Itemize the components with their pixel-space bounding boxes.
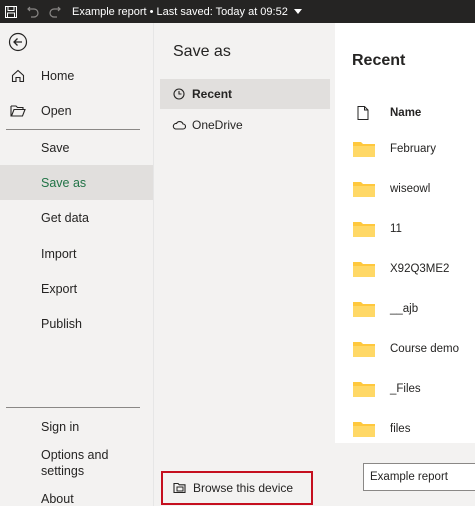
list-item[interactable]: files — [335, 413, 475, 445]
file-name-input[interactable] — [363, 463, 475, 491]
nav-get-data-label: Get data — [41, 210, 89, 225]
list-item[interactable]: 11 — [335, 213, 475, 245]
cloud-icon — [172, 118, 186, 132]
backstage-nav: Home Open Save Save as Get data Import E… — [0, 23, 153, 506]
save-as-title: Save as — [173, 43, 231, 60]
folder-icon — [352, 339, 376, 359]
folder-name: Course demo — [390, 343, 460, 355]
location-recent[interactable]: Recent — [160, 79, 330, 109]
open-folder-icon — [10, 103, 26, 119]
folder-icon — [352, 379, 376, 399]
nav-export[interactable]: Export — [0, 271, 153, 306]
browse-folder-icon — [173, 481, 187, 495]
nav-divider — [6, 407, 140, 408]
list-item[interactable]: wiseowl — [335, 173, 475, 205]
dropdown-caret-icon[interactable] — [293, 9, 302, 14]
folder-name: 11 — [390, 223, 402, 235]
folder-icon — [352, 259, 376, 279]
save-as-locations-panel: Save as Recent OneDrive Browse this devi… — [153, 23, 335, 506]
nav-publish-label: Publish — [41, 316, 82, 331]
column-header: Name — [335, 100, 475, 126]
nav-about[interactable]: About — [0, 481, 153, 506]
nav-import-label: Import — [41, 246, 77, 261]
nav-save-as[interactable]: Save as — [0, 165, 153, 200]
nav-options-label: Options and settings — [41, 447, 108, 479]
nav-sign-in[interactable]: Sign in — [0, 409, 153, 444]
title-bar: Example report • Last saved: Today at 09… — [0, 0, 475, 23]
folder-name: files — [390, 423, 411, 435]
folder-icon — [352, 299, 376, 319]
folder-icon — [352, 139, 376, 159]
list-item[interactable]: Course demo — [335, 333, 475, 365]
window-title: Example report • Last saved: Today at 09… — [72, 5, 288, 18]
undo-icon[interactable] — [22, 0, 44, 23]
recent-title: Recent — [352, 52, 406, 69]
nav-options-settings[interactable]: Options and settings — [0, 444, 153, 482]
save-icon[interactable] — [0, 0, 22, 23]
list-item[interactable]: _Files — [335, 373, 475, 405]
file-icon — [357, 106, 369, 120]
browse-this-device-button[interactable]: Browse this device — [161, 471, 313, 505]
nav-import[interactable]: Import — [0, 236, 153, 271]
nav-options-line1: Options and — [41, 448, 109, 462]
nav-publish[interactable]: Publish — [0, 306, 153, 341]
save-bar — [335, 443, 475, 506]
folder-name: February — [390, 143, 437, 155]
nav-save-as-label: Save as — [41, 175, 87, 190]
list-item[interactable]: X92Q3ME2 — [335, 253, 475, 285]
nav-save[interactable]: Save — [0, 130, 153, 165]
back-arrow-icon[interactable] — [8, 32, 28, 52]
recent-panel: Recent Name February wiseowl 11 X92Q3ME2… — [335, 23, 475, 506]
nav-home[interactable]: Home — [0, 58, 153, 93]
folder-name: __ajb — [390, 303, 419, 315]
list-item[interactable]: __ajb — [335, 293, 475, 325]
folder-name: X92Q3ME2 — [390, 263, 450, 275]
nav-open[interactable]: Open — [0, 93, 153, 128]
location-recent-label: Recent — [192, 87, 233, 101]
nav-about-label: About — [41, 491, 74, 506]
folder-icon — [352, 179, 376, 199]
clock-icon — [172, 87, 186, 101]
redo-icon[interactable] — [44, 0, 66, 23]
column-name-header[interactable]: Name — [390, 107, 421, 119]
nav-save-label: Save — [41, 140, 70, 155]
nav-sign-in-label: Sign in — [41, 419, 80, 434]
nav-export-label: Export — [41, 281, 78, 296]
nav-open-label: Open — [41, 103, 72, 118]
folder-icon — [352, 219, 376, 239]
list-item[interactable]: February — [335, 133, 475, 165]
folder-name: wiseowl — [390, 183, 431, 195]
nav-get-data[interactable]: Get data — [0, 200, 153, 235]
location-onedrive[interactable]: OneDrive — [160, 110, 330, 140]
home-icon — [10, 68, 26, 84]
folder-icon — [352, 419, 376, 439]
location-onedrive-label: OneDrive — [192, 118, 243, 132]
browse-this-device-label: Browse this device — [193, 481, 294, 495]
nav-options-line2: settings — [41, 464, 85, 478]
nav-home-label: Home — [41, 68, 75, 83]
folder-name: _Files — [390, 383, 421, 395]
